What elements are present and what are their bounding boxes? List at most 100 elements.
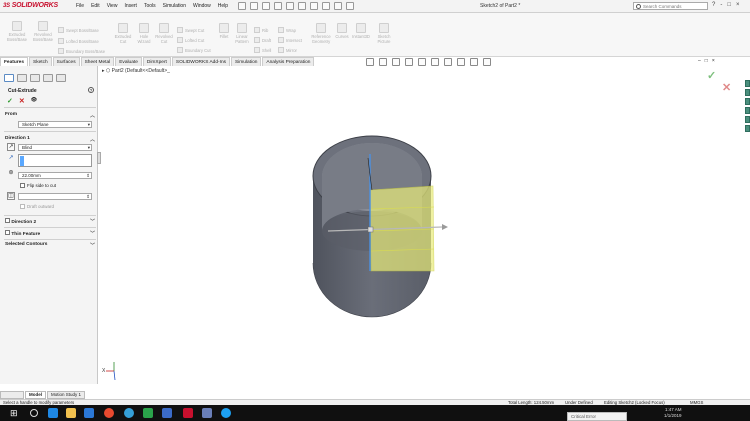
custom-properties-icon[interactable]: [745, 125, 750, 132]
boundary-boss-button[interactable]: Boundary Boss/Base: [58, 48, 105, 54]
wrap-button[interactable]: Wrap: [278, 27, 296, 33]
app-blue-icon[interactable]: [162, 408, 172, 418]
solidworks-taskbar-icon[interactable]: [183, 408, 193, 418]
open-icon[interactable]: [274, 2, 282, 10]
reference-geometry-button[interactable]: Reference Geometry: [308, 23, 334, 44]
apply-scene-icon[interactable]: [470, 58, 478, 66]
notification-toast[interactable]: Critical Error: [567, 412, 627, 421]
viewport-restore-icon[interactable]: □: [705, 58, 708, 64]
zoom-to-fit-icon[interactable]: [366, 58, 374, 66]
pin-icon[interactable]: [238, 2, 246, 10]
tab-addins[interactable]: SOLIDWORKS Add-Ins: [171, 57, 231, 66]
file-explorer-icon[interactable]: [745, 98, 750, 105]
lofted-boss-button[interactable]: Lofted Boss/Base: [58, 38, 99, 44]
appearances-icon[interactable]: [745, 116, 750, 123]
draft-angle-input[interactable]: ⇕: [18, 193, 92, 200]
section-view-icon[interactable]: [405, 58, 413, 66]
confirm-corner-ok-icon[interactable]: ✓: [707, 69, 716, 82]
menu-view[interactable]: View: [107, 3, 118, 9]
tab-sheet-metal[interactable]: Sheet Metal: [80, 57, 115, 66]
home-icon[interactable]: [250, 2, 258, 10]
rib-button[interactable]: Rib: [254, 27, 268, 33]
chrome-icon[interactable]: [104, 408, 114, 418]
print-icon[interactable]: [298, 2, 306, 10]
spin-stepper-icon[interactable]: ⇕: [86, 194, 90, 200]
help-button[interactable]: ?: [88, 87, 94, 93]
skype-icon[interactable]: [124, 408, 134, 418]
dimxpert-manager-tab-icon[interactable]: [43, 74, 53, 82]
close-button[interactable]: ×: [736, 2, 740, 8]
app-gray-icon[interactable]: [202, 408, 212, 418]
instant3d-button[interactable]: Instant3D: [351, 23, 371, 39]
edit-appearance-icon[interactable]: [457, 58, 465, 66]
direction2-section-header[interactable]: Direction 2 ﹀: [5, 218, 95, 225]
extruded-boss-button[interactable]: Extruded Boss/Base: [6, 21, 28, 42]
tab-sketch[interactable]: Sketch: [29, 57, 52, 66]
direction-selection-box[interactable]: [18, 154, 92, 167]
view-settings-icon[interactable]: [483, 58, 491, 66]
tab-dimxpert[interactable]: DimXpert: [142, 57, 171, 66]
sketch-picture-button[interactable]: Sketch Picture: [374, 23, 394, 44]
edge-icon[interactable]: [48, 408, 58, 418]
draft-on-off-icon[interactable]: ◫: [7, 192, 15, 200]
menu-simulation[interactable]: Simulation: [163, 3, 186, 9]
solidworks-resources-icon[interactable]: [745, 80, 750, 87]
help-icon[interactable]: ?: [712, 2, 715, 8]
rebuild-icon[interactable]: [334, 2, 342, 10]
revolved-cut-button[interactable]: Revolved Cut: [153, 23, 175, 44]
menu-help[interactable]: Help: [218, 3, 228, 9]
display-style-icon[interactable]: [431, 58, 439, 66]
draft-button[interactable]: Draft: [254, 37, 271, 43]
swept-cut-button[interactable]: Swept Cut: [177, 27, 204, 33]
curves-button[interactable]: Curves: [334, 23, 350, 39]
tab-evaluate[interactable]: Evaluate: [115, 57, 142, 66]
end-condition-select[interactable]: Blind ▾: [18, 144, 92, 151]
feature-manager-tab-icon[interactable]: [4, 74, 14, 82]
previous-view-icon[interactable]: [392, 58, 400, 66]
spin-stepper-icon[interactable]: ⇕: [86, 173, 90, 179]
graphics-area[interactable]: ▸ ⬡ Part2 (Default<<Default>_ X ✓ ✕: [100, 66, 745, 391]
confirm-corner-cancel-icon[interactable]: ✕: [722, 81, 731, 94]
extruded-cut-button[interactable]: Extruded Cut: [112, 23, 134, 44]
thin-feature-section-header[interactable]: Thin Feature ﹀: [5, 230, 95, 237]
from-section-header[interactable]: From ︿: [5, 112, 95, 119]
ok-button[interactable]: ✓: [7, 97, 13, 105]
new-document-icon[interactable]: [262, 2, 270, 10]
design-library-icon[interactable]: [745, 89, 750, 96]
model-viewport[interactable]: X: [100, 66, 745, 391]
viewport-minimize-icon[interactable]: –: [698, 58, 701, 64]
menu-edit[interactable]: Edit: [91, 3, 100, 9]
maximize-button[interactable]: □: [727, 2, 731, 8]
configuration-manager-tab-icon[interactable]: [30, 74, 40, 82]
flip-side-checkbox[interactable]: Flip side to cut: [20, 183, 56, 188]
draft-outward-checkbox[interactable]: Draft outward: [20, 204, 54, 209]
app-green-icon[interactable]: [143, 408, 153, 418]
hole-wizard-button[interactable]: Hole Wizard: [133, 23, 155, 44]
display-manager-tab-icon[interactable]: [56, 74, 66, 82]
revolved-boss-button[interactable]: Revolved Boss/Base: [32, 21, 54, 42]
direction1-section-header[interactable]: Direction 1 ︿: [5, 136, 95, 143]
property-manager-tab-icon[interactable]: [17, 74, 27, 82]
viewport-close-icon[interactable]: ×: [712, 58, 715, 64]
cortana-icon[interactable]: [30, 409, 38, 417]
store-icon[interactable]: [84, 408, 94, 418]
tab-motion-study[interactable]: Motion Study 1: [47, 391, 86, 399]
from-select[interactable]: Sketch Plane ▾: [18, 121, 92, 128]
swept-boss-button[interactable]: Swept Boss/Base: [58, 27, 99, 33]
undo-icon[interactable]: [310, 2, 318, 10]
tab-simulation[interactable]: Simulation: [231, 57, 262, 66]
system-tray[interactable]: 1:47 AM 1/1/2019: [664, 407, 682, 419]
menu-window[interactable]: Window: [193, 3, 211, 9]
tab-model[interactable]: Model: [25, 391, 46, 399]
intersect-button[interactable]: Intersect: [278, 37, 302, 43]
hide-show-items-icon[interactable]: [444, 58, 452, 66]
view-palette-icon[interactable]: [745, 107, 750, 114]
windows-start-icon[interactable]: ⊞: [10, 408, 20, 418]
app-cyan-icon[interactable]: [221, 408, 231, 418]
view-orientation-icon[interactable]: [418, 58, 426, 66]
detailed-preview-icon[interactable]: 👁: [31, 97, 37, 105]
tab-features[interactable]: Features: [0, 57, 28, 66]
lofted-cut-button[interactable]: Lofted Cut: [177, 37, 204, 43]
tab-surfaces[interactable]: Surfaces: [52, 57, 80, 66]
mirror-button[interactable]: Mirror: [278, 47, 297, 53]
